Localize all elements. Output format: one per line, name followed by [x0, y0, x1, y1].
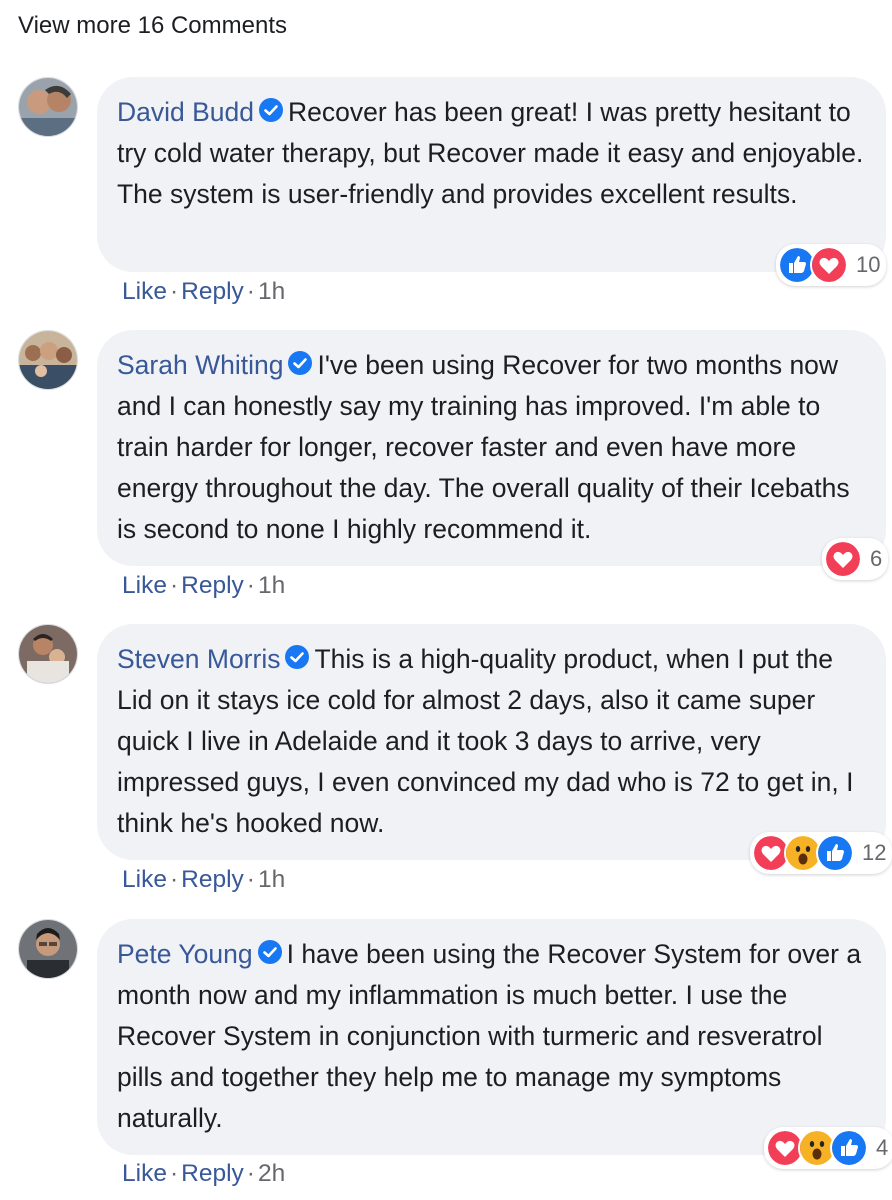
reactions-summary[interactable]: 6 — [822, 538, 889, 580]
comment-bubble: David Budd Recover has been great! I was … — [97, 77, 886, 272]
like-icon — [816, 834, 854, 872]
reactions-summary[interactable]: 12 — [750, 832, 892, 874]
verified-badge-icon — [285, 645, 310, 669]
reaction-count: 6 — [870, 546, 883, 571]
separator-dot: · — [246, 572, 255, 599]
comment-timestamp[interactable]: 1h — [258, 866, 285, 893]
comment-actions: Like · Reply · 2h — [122, 1160, 285, 1188]
avatar[interactable] — [18, 919, 78, 979]
reactions-summary[interactable]: 4 — [764, 1127, 892, 1169]
comment-bubble: Sarah Whiting I've been using Recover for… — [97, 330, 886, 566]
comment-text-block: Pete Young I have been using the Recover … — [117, 934, 864, 1139]
comment-text-block: David Budd Recover has been great! I was … — [117, 92, 864, 215]
verified-badge-icon — [288, 351, 313, 375]
comment-author[interactable]: Sarah Whiting — [117, 350, 283, 380]
like-link[interactable]: Like — [122, 572, 167, 599]
reaction-count: 12 — [862, 840, 887, 865]
separator-dot: · — [246, 866, 255, 893]
verified-badge-icon — [257, 940, 282, 964]
like-link[interactable]: Like — [122, 1160, 167, 1187]
separator-dot: · — [169, 1160, 179, 1187]
separator-dot: · — [246, 278, 255, 305]
comment-bubble: Pete Young I have been using the Recover … — [97, 919, 886, 1155]
comment-author[interactable]: Pete Young — [117, 939, 253, 969]
comment-timestamp[interactable]: 1h — [258, 572, 285, 599]
reply-link[interactable]: Reply — [181, 1160, 244, 1187]
separator-dot: · — [169, 572, 179, 599]
reaction-count: 4 — [876, 1135, 889, 1160]
avatar[interactable] — [18, 330, 78, 390]
comment-timestamp[interactable]: 1h — [258, 278, 285, 305]
avatar[interactable] — [18, 77, 78, 137]
reactions-summary[interactable]: 10 — [776, 244, 887, 286]
comment-actions: Like · Reply · 1h — [122, 278, 285, 306]
view-more-comments-link[interactable]: View more 16 Comments — [18, 12, 287, 40]
verified-badge-icon — [259, 98, 284, 122]
comment-author[interactable]: David Budd — [117, 97, 254, 127]
like-icon — [830, 1129, 868, 1167]
reply-link[interactable]: Reply — [181, 866, 244, 893]
love-icon — [824, 540, 862, 578]
comment-author[interactable]: Steven Morris — [117, 644, 280, 674]
love-icon — [810, 246, 848, 284]
comment-timestamp[interactable]: 2h — [258, 1160, 285, 1187]
separator-dot: · — [246, 1160, 255, 1187]
comment-actions: Like · Reply · 1h — [122, 866, 285, 894]
comment-text-block: Steven Morris This is a high-quality prod… — [117, 639, 864, 844]
comment-actions: Like · Reply · 1h — [122, 572, 285, 600]
reaction-count: 10 — [856, 252, 881, 277]
separator-dot: · — [169, 278, 179, 305]
reply-link[interactable]: Reply — [181, 572, 244, 599]
separator-dot: · — [169, 866, 179, 893]
comment-text-block: Sarah Whiting I've been using Recover for… — [117, 345, 864, 550]
like-link[interactable]: Like — [122, 278, 167, 305]
reply-link[interactable]: Reply — [181, 278, 244, 305]
avatar[interactable] — [18, 624, 78, 684]
like-link[interactable]: Like — [122, 866, 167, 893]
comment-bubble: Steven Morris This is a high-quality prod… — [97, 624, 886, 860]
